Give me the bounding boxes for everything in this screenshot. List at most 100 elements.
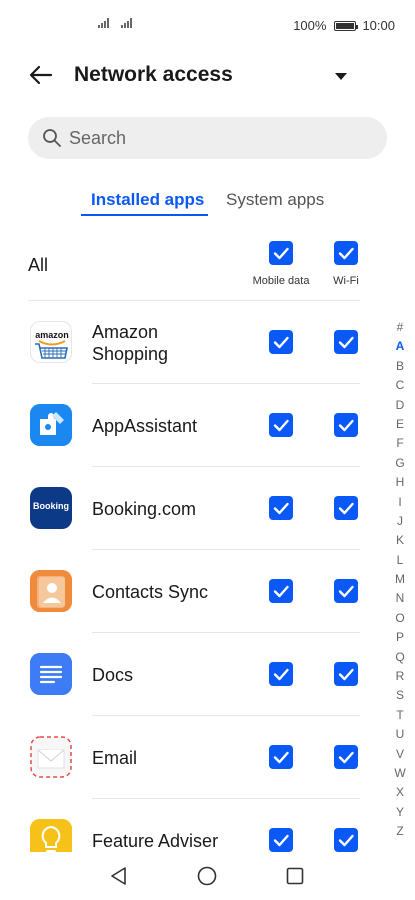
alphabet-index-letter[interactable]: U (392, 725, 408, 744)
nav-home-circle-icon (197, 866, 217, 886)
battery-percent: 100% (293, 18, 327, 33)
nav-recents-button[interactable] (283, 864, 307, 888)
alphabet-index-letter[interactable]: D (392, 396, 408, 415)
checkmark-icon (338, 247, 354, 260)
mobile-data-column-label: Mobile data (252, 275, 310, 287)
alphabet-index-letter[interactable]: P (392, 628, 408, 647)
app-name: Docs (92, 665, 134, 685)
alphabet-index-letter[interactable]: R (392, 667, 408, 686)
clock: 10:00 (362, 18, 395, 33)
signal-icon (121, 18, 132, 28)
mobile-data-checkbox[interactable] (269, 662, 293, 686)
app-name: Feature Adviser (92, 831, 219, 851)
alphabet-index-letter[interactable]: Y (392, 803, 408, 822)
list-item: Docs (0, 633, 385, 716)
alphabet-index-letter[interactable]: C (392, 376, 408, 395)
status-right: 100% 10:00 (293, 18, 395, 33)
alphabet-index-letter[interactable]: L (392, 551, 408, 570)
feature-adviser-icon (30, 819, 72, 852)
alphabet-index-letter[interactable]: O (392, 609, 408, 628)
checkmark-icon (273, 668, 289, 681)
amazon-icon: amazon (30, 321, 72, 363)
tab-bar: Installed apps System apps (0, 184, 415, 220)
wifi-checkbox[interactable] (334, 579, 358, 603)
alphabet-index-letter[interactable]: M (392, 570, 408, 589)
amazon-logo-text: amazon (35, 330, 69, 340)
checkmark-icon (273, 336, 289, 349)
alphabet-index-letter[interactable]: # (392, 318, 408, 337)
alphabet-index-letter[interactable]: I (392, 493, 408, 512)
alphabet-index-letter[interactable]: A (392, 337, 408, 356)
checkmark-icon (273, 834, 289, 847)
checkmark-icon (273, 247, 289, 260)
list-item: Email (0, 716, 385, 799)
checkmark-icon (338, 585, 354, 598)
checkmark-icon (338, 336, 354, 349)
alphabet-index-letter[interactable]: J (392, 512, 408, 531)
app-name: AppAssistant (92, 416, 198, 436)
wifi-checkbox[interactable] (334, 745, 358, 769)
filter-dropdown-button[interactable] (332, 68, 350, 84)
nav-back-triangle-icon (111, 867, 126, 885)
alphabet-index-letter[interactable]: E (392, 415, 408, 434)
list-item: Booking Booking.com (0, 467, 385, 550)
app-name: Email (92, 748, 138, 768)
checkmark-icon (273, 502, 289, 515)
alphabet-index-letter[interactable]: W (392, 764, 408, 783)
back-button[interactable] (26, 60, 56, 90)
alphabet-index-letter[interactable]: S (392, 686, 408, 705)
app-bar: Network access (0, 52, 415, 98)
checkmark-icon (273, 419, 289, 432)
alphabet-index[interactable]: # A B C D E F G H I J K L M N O P Q R S T U V W X Y Z (392, 318, 408, 842)
search-bar[interactable] (28, 117, 387, 159)
alphabet-index-letter[interactable]: Z (392, 822, 408, 841)
search-input[interactable] (69, 117, 369, 159)
tab-installed-apps[interactable]: Installed apps (91, 190, 204, 210)
mobile-data-checkbox[interactable] (269, 330, 293, 354)
mobile-data-checkbox[interactable] (269, 413, 293, 437)
alphabet-index-letter[interactable]: Q (392, 648, 408, 667)
wifi-column-label: Wi-Fi (333, 275, 359, 287)
all-label: All (28, 255, 49, 275)
contacts-sync-icon (30, 570, 72, 612)
dropdown-triangle-icon (335, 73, 347, 80)
alphabet-index-letter[interactable]: F (392, 434, 408, 453)
alphabet-index-letter[interactable]: N (392, 589, 408, 608)
mobile-data-checkbox[interactable] (269, 745, 293, 769)
checkmark-icon (273, 751, 289, 764)
wifi-checkbox[interactable] (334, 496, 358, 520)
all-wifi-checkbox[interactable] (334, 241, 358, 265)
alphabet-index-letter[interactable]: T (392, 706, 408, 725)
nav-recents-square-icon (286, 867, 304, 885)
all-mobile-data-checkbox[interactable] (269, 241, 293, 265)
wifi-checkbox[interactable] (334, 662, 358, 686)
alphabet-index-letter[interactable]: V (392, 745, 408, 764)
back-arrow-icon (29, 65, 53, 85)
alphabet-index-letter[interactable]: G (392, 454, 408, 473)
signal-icon (98, 18, 109, 28)
wifi-checkbox[interactable] (334, 828, 358, 852)
status-bar: 100% 10:00 (0, 0, 415, 52)
wifi-checkbox[interactable] (334, 413, 358, 437)
nav-home-button[interactable] (195, 864, 219, 888)
wifi-checkbox[interactable] (334, 330, 358, 354)
docs-icon (30, 653, 72, 695)
mobile-data-checkbox[interactable] (269, 828, 293, 852)
list-item: Feature Adviser (0, 799, 385, 852)
app-name: Amazon Shopping (92, 322, 169, 364)
alphabet-index-letter[interactable]: X (392, 783, 408, 802)
tab-system-apps[interactable]: System apps (226, 190, 324, 210)
alphabet-index-letter[interactable]: K (392, 531, 408, 550)
app-name: Booking.com (92, 499, 197, 519)
mobile-data-checkbox[interactable] (269, 579, 293, 603)
checkmark-icon (338, 751, 354, 764)
list-item: Contacts Sync (0, 550, 385, 633)
checkmark-icon (273, 585, 289, 598)
nav-back-button[interactable] (107, 864, 131, 888)
checkmark-icon (338, 419, 354, 432)
alphabet-index-letter[interactable]: B (392, 357, 408, 376)
alphabet-index-letter[interactable]: H (392, 473, 408, 492)
mobile-data-checkbox[interactable] (269, 496, 293, 520)
list-item: AppAssistant (0, 384, 385, 467)
system-nav-bar (0, 852, 415, 900)
